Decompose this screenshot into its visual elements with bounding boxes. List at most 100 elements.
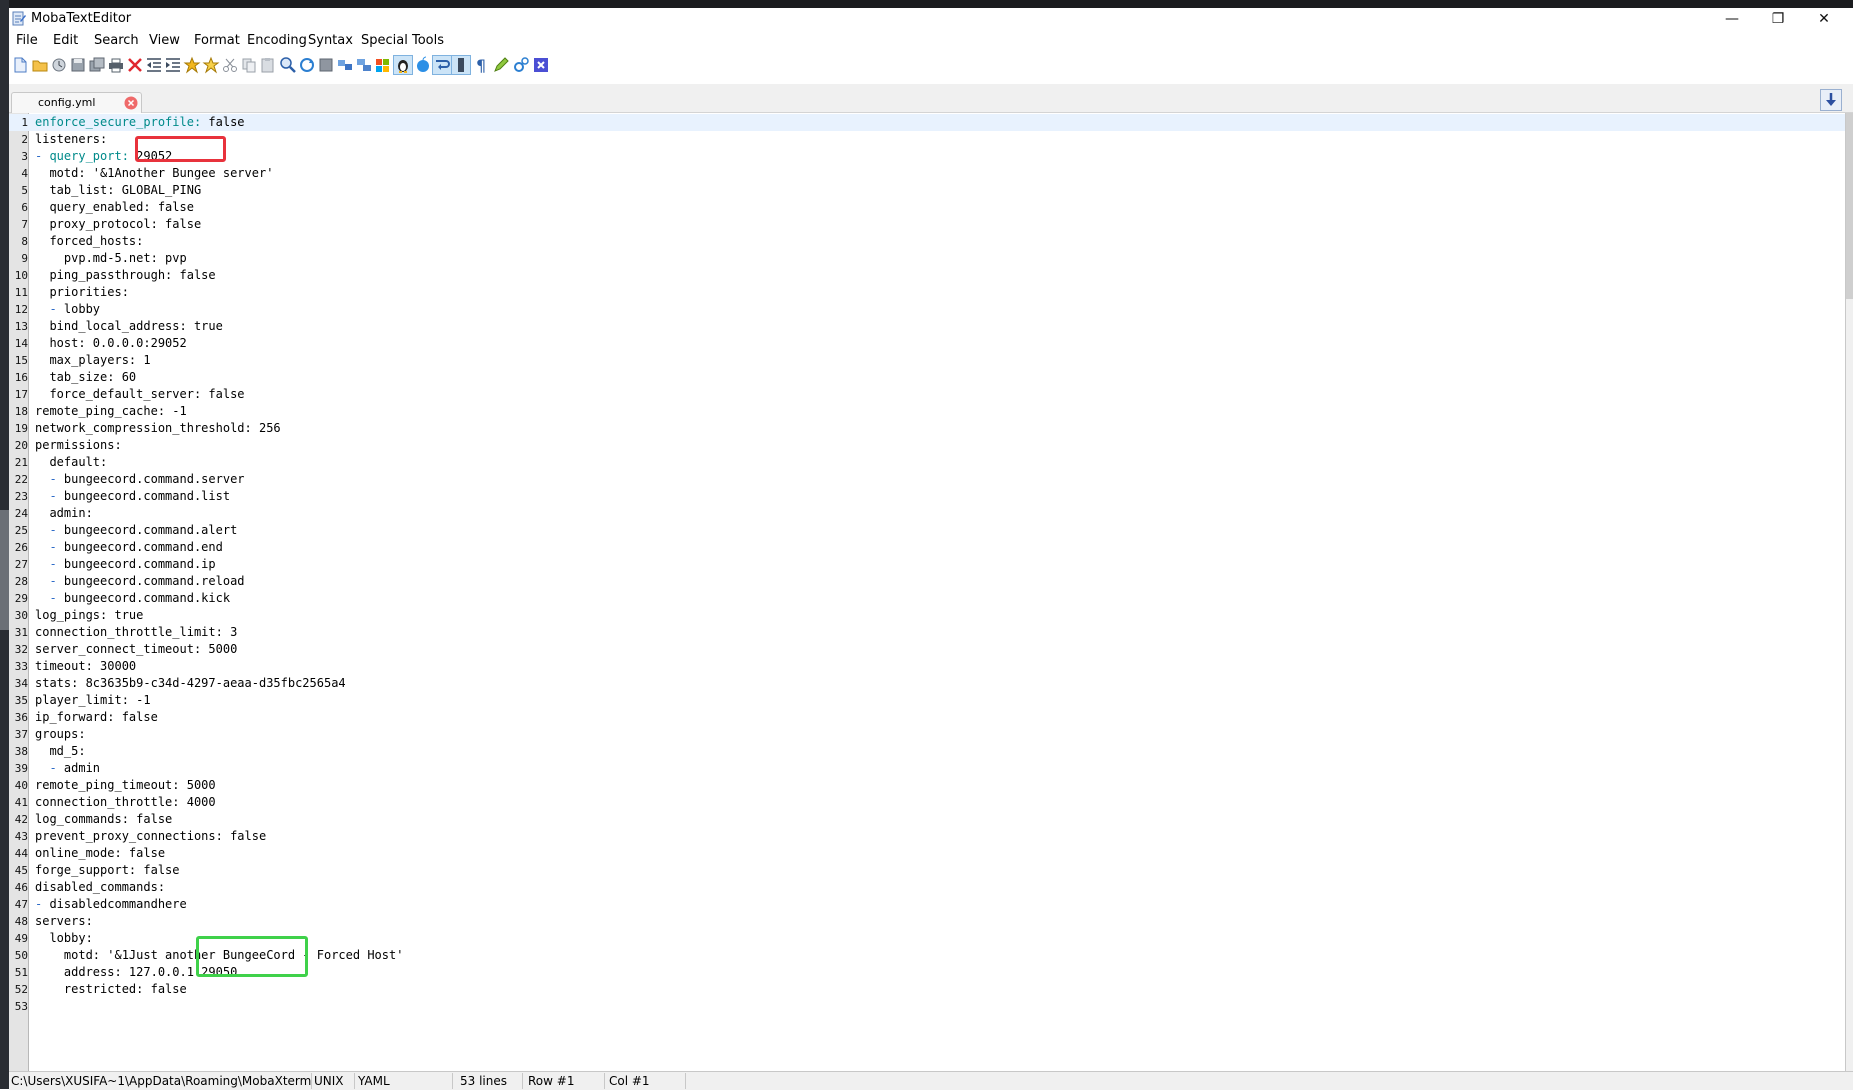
code-line[interactable]: 1 enforce_secure_profile: false	[9, 114, 1845, 131]
compare-icon[interactable]	[336, 56, 354, 74]
tab-list-arrow-icon[interactable]	[1820, 89, 1842, 111]
line-number: 17	[14, 388, 28, 401]
settings-icon[interactable]	[512, 56, 530, 74]
menu-view[interactable]: View	[147, 32, 182, 50]
code-line[interactable]: 37 groups:	[9, 726, 1845, 743]
menu-format[interactable]: Format	[192, 32, 242, 50]
code-line[interactable]: 17 force_default_server: false	[9, 386, 1845, 403]
menu-encoding[interactable]: Encoding	[245, 32, 309, 50]
scrollbar-thumb[interactable]	[1846, 113, 1853, 299]
minimize-button[interactable]: —	[1709, 8, 1755, 30]
open-folder-icon[interactable]	[31, 56, 49, 74]
code-line[interactable]: 25 - bungeecord.command.alert	[9, 522, 1845, 539]
new-file-icon[interactable]	[11, 56, 29, 74]
macro-icon[interactable]	[532, 56, 550, 74]
code-line[interactable]: 24 admin:	[9, 505, 1845, 522]
code-line[interactable]: 47 - disabledcommandhere	[9, 896, 1845, 913]
indent-decrease-icon[interactable]	[145, 56, 163, 74]
find-icon[interactable]	[279, 56, 297, 74]
code-line[interactable]: 27 - bungeecord.command.ip	[9, 556, 1845, 573]
menu-edit[interactable]: Edit	[51, 32, 80, 50]
code-line[interactable]: 10 ping_passthrough: false	[9, 267, 1845, 284]
code-line[interactable]: 45 forge_support: false	[9, 862, 1845, 879]
pilcrow-icon[interactable]: ¶	[473, 56, 491, 74]
code-line[interactable]: 44 online_mode: false	[9, 845, 1845, 862]
code-line[interactable]: 36 ip_forward: false	[9, 709, 1845, 726]
tab-close-icon[interactable]	[124, 96, 138, 110]
code-line[interactable]: 26 - bungeecord.command.end	[9, 539, 1845, 556]
menu-file[interactable]: File	[14, 32, 40, 50]
desktop-strip-highlight	[0, 510, 9, 630]
code-line[interactable]: 18 remote_ping_cache: -1	[9, 403, 1845, 420]
code-line[interactable]: 12 - lobby	[9, 301, 1845, 318]
code-line[interactable]: 46 disabled_commands:	[9, 879, 1845, 896]
code-line[interactable]: 38 md_5:	[9, 743, 1845, 760]
code-line[interactable]: 11 priorities:	[9, 284, 1845, 301]
save-all-icon[interactable]	[88, 56, 106, 74]
code-line[interactable]: 35 player_limit: -1	[9, 692, 1845, 709]
copy-icon[interactable]	[240, 56, 258, 74]
save-icon[interactable]	[69, 56, 87, 74]
bookmark-next-icon[interactable]	[202, 56, 220, 74]
column-icon[interactable]	[451, 55, 471, 75]
block-icon[interactable]	[317, 56, 335, 74]
linux-eol-icon[interactable]	[393, 55, 413, 75]
code-line[interactable]: 7 proxy_protocol: false	[9, 216, 1845, 233]
code-line[interactable]: 15 max_players: 1	[9, 352, 1845, 369]
code-line[interactable]: 22 - bungeecord.command.server	[9, 471, 1845, 488]
maximize-button[interactable]: ❐	[1755, 8, 1801, 30]
code-line[interactable]: 32 server_connect_timeout: 5000	[9, 641, 1845, 658]
menu-syntax[interactable]: Syntax	[306, 32, 355, 50]
line-text: servers:	[35, 914, 93, 928]
vertical-scrollbar[interactable]	[1845, 113, 1853, 1071]
code-line[interactable]: 31 connection_throttle_limit: 3	[9, 624, 1845, 641]
cut-icon[interactable]	[221, 56, 239, 74]
reload-icon[interactable]	[50, 56, 68, 74]
close-window-button[interactable]: ✕	[1801, 8, 1847, 30]
windows-eol-icon[interactable]	[374, 56, 392, 74]
code-line[interactable]: 28 - bungeecord.command.reload	[9, 573, 1845, 590]
code-line[interactable]: 53	[9, 998, 1845, 1015]
code-line[interactable]: 20 permissions:	[9, 437, 1845, 454]
code-line[interactable]: 48 servers:	[9, 913, 1845, 930]
code-line[interactable]: 5 tab_list: GLOBAL_PING	[9, 182, 1845, 199]
code-line[interactable]: 3- query_port: 29052	[9, 148, 1845, 165]
code-line[interactable]: 34 stats: 8c3635b9-c34d-4297-aeaa-d35fbc2…	[9, 675, 1845, 692]
code-line[interactable]: 41 connection_throttle: 4000	[9, 794, 1845, 811]
line-text: - bungeecord.command.end	[49, 540, 223, 554]
text-editor[interactable]: 1 enforce_secure_profile: false 2 listeners…	[9, 113, 1845, 1071]
code-line[interactable]: 30 log_pings: true	[9, 607, 1845, 624]
code-line[interactable]: 33 timeout: 30000	[9, 658, 1845, 675]
code-line[interactable]: 21 default:	[9, 454, 1845, 471]
code-line[interactable]: 6 query_enabled: false	[9, 199, 1845, 216]
code-line[interactable]: 29 - bungeecord.command.kick	[9, 590, 1845, 607]
mac-eol-icon[interactable]	[414, 56, 432, 74]
print-icon[interactable]	[107, 56, 125, 74]
code-line[interactable]: 40 remote_ping_timeout: 5000	[9, 777, 1845, 794]
menu-special-tools[interactable]: Special Tools	[359, 32, 446, 50]
code-line[interactable]: 8 forced_hosts:	[9, 233, 1845, 250]
code-line[interactable]: 43 prevent_proxy_connections: false	[9, 828, 1845, 845]
indent-increase-icon[interactable]	[164, 56, 182, 74]
bookmark-icon[interactable]	[183, 56, 201, 74]
word-wrap-icon[interactable]	[432, 55, 452, 75]
menu-search[interactable]: Search	[92, 32, 141, 50]
code-line[interactable]: 52 restricted: false	[9, 981, 1845, 998]
code-line[interactable]: 9 pvp.md-5.net: pvp	[9, 250, 1845, 267]
code-line[interactable]: 19 network_compression_threshold: 256	[9, 420, 1845, 437]
line-text: md_5:	[35, 744, 86, 758]
code-line[interactable]: 16 tab_size: 60	[9, 369, 1845, 386]
code-line[interactable]: 23 - bungeecord.command.list	[9, 488, 1845, 505]
replace-icon[interactable]	[298, 56, 316, 74]
code-line[interactable]: 2 listeners:	[9, 131, 1845, 148]
code-line[interactable]: 4 motd: '&1Another Bungee server'	[9, 165, 1845, 182]
split-icon[interactable]	[355, 56, 373, 74]
code-line[interactable]: 42 log_commands: false	[9, 811, 1845, 828]
code-line[interactable]: 14 host: 0.0.0.0:29052	[9, 335, 1845, 352]
tab-config-yml[interactable]: config.yml	[11, 92, 142, 113]
paste-icon[interactable]	[259, 56, 277, 74]
pencil-icon[interactable]	[492, 56, 510, 74]
code-line[interactable]: 39 - admin	[9, 760, 1845, 777]
close-file-icon[interactable]	[126, 56, 144, 74]
code-line[interactable]: 13 bind_local_address: true	[9, 318, 1845, 335]
